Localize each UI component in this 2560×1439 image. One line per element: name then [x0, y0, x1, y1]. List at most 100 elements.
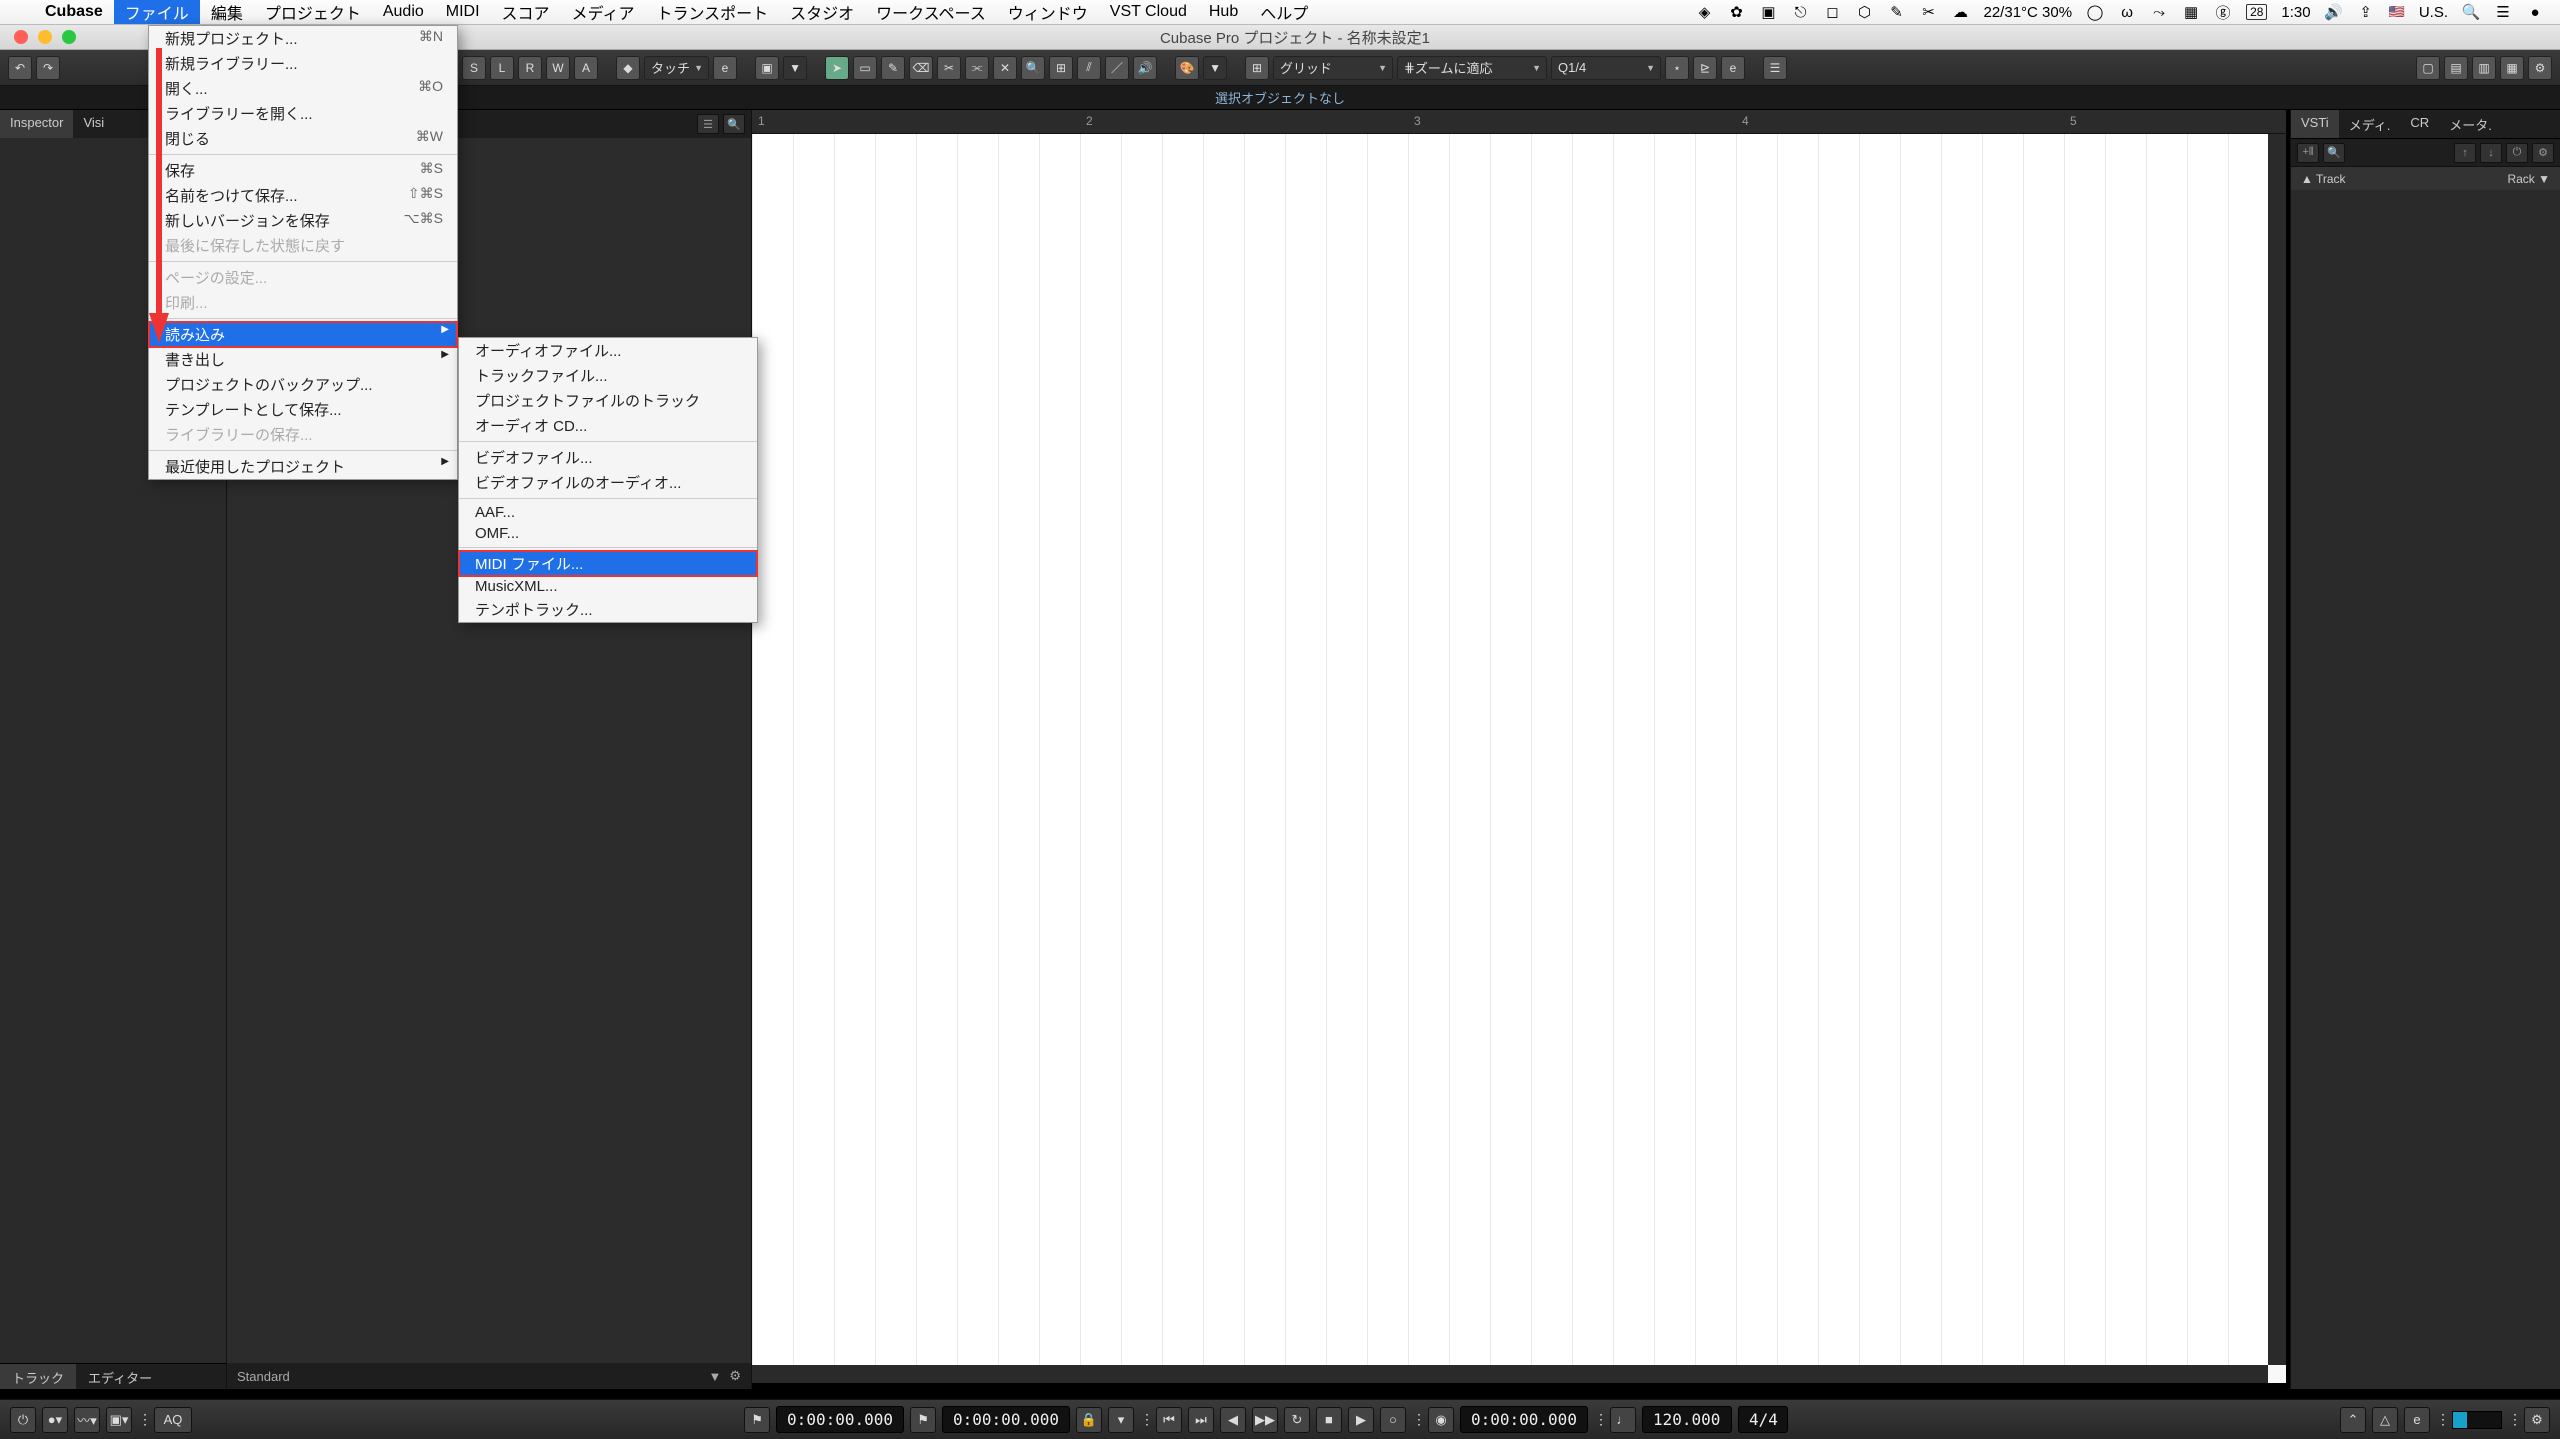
- redo-button[interactable]: ↷: [36, 56, 60, 80]
- zoom-tool[interactable]: 🔍: [1021, 56, 1045, 80]
- mi-save-as[interactable]: 名前をつけて保存...⇧⌘S: [149, 183, 457, 208]
- timesig-display[interactable]: 4/4: [1738, 1406, 1788, 1433]
- mi-import-aaf[interactable]: AAF...: [459, 502, 757, 523]
- mi-import[interactable]: 読み込み: [149, 322, 457, 347]
- status-icon[interactable]: ◻: [1824, 3, 1842, 21]
- menu-audio[interactable]: Audio: [372, 3, 435, 21]
- mi-import-track[interactable]: トラックファイル...: [459, 363, 757, 388]
- evernote-icon[interactable]: ✎: [1888, 3, 1906, 21]
- wifi-icon[interactable]: ⇪: [2357, 3, 2375, 21]
- clock[interactable]: 1:30: [2281, 4, 2310, 21]
- tab-meter[interactable]: メータ.: [2439, 110, 2502, 138]
- line-tool[interactable]: ／: [1105, 56, 1129, 80]
- go-start[interactable]: ⏮: [1156, 1407, 1182, 1433]
- listen-button[interactable]: L: [490, 56, 514, 80]
- col-track[interactable]: ▲ Track: [2291, 172, 2426, 186]
- window-maximize[interactable]: [62, 30, 76, 44]
- status-icon[interactable]: ✿: [1728, 3, 1746, 21]
- dropdown-button[interactable]: ▼: [1203, 56, 1227, 80]
- undo-button[interactable]: ↶: [8, 56, 32, 80]
- menu-workspace[interactable]: ワークスペース: [865, 0, 997, 24]
- mi-import-omf[interactable]: OMF...: [459, 523, 757, 544]
- tempo-display[interactable]: 120.000: [1642, 1406, 1732, 1433]
- punch-in[interactable]: 🔒: [1076, 1407, 1102, 1433]
- arrow-tool[interactable]: ➤: [825, 56, 849, 80]
- track-preset[interactable]: Standard: [237, 1369, 290, 1384]
- go-end[interactable]: ⏭: [1188, 1407, 1214, 1433]
- menu-hub[interactable]: Hub: [1198, 3, 1249, 21]
- status-icon[interactable]: ◈: [1696, 3, 1714, 21]
- mi-import-audio[interactable]: オーディオファイル...: [459, 338, 757, 363]
- mi-import-video-audio[interactable]: ビデオファイルのオーディオ...: [459, 470, 757, 495]
- write-button[interactable]: W: [546, 56, 570, 80]
- camera-icon[interactable]: ▣: [1760, 3, 1778, 21]
- layout-button[interactable]: ▦: [2500, 56, 2524, 80]
- punch-out[interactable]: ▾: [1108, 1407, 1134, 1433]
- mi-new-project[interactable]: 新規プロジェクト...⌘N: [149, 26, 457, 51]
- weather-icon[interactable]: ☁: [1952, 3, 1970, 21]
- notification-icon[interactable]: ☰: [2494, 3, 2512, 21]
- weather-text[interactable]: 22/31°C 30%: [1984, 4, 2073, 21]
- glue-tool[interactable]: ⫘: [965, 56, 989, 80]
- menu-midi[interactable]: MIDI: [435, 3, 491, 21]
- nav-up[interactable]: ↑: [2454, 143, 2476, 163]
- forward[interactable]: ▶▶: [1252, 1407, 1278, 1433]
- panel-button[interactable]: ☰: [1763, 56, 1787, 80]
- quantize-apply[interactable]: ⋆: [1665, 56, 1689, 80]
- left-locator[interactable]: 0:00:00.000: [776, 1406, 904, 1433]
- stop-button[interactable]: ■: [1316, 1407, 1342, 1433]
- app-menu[interactable]: Cubase: [34, 3, 114, 21]
- read-button[interactable]: R: [518, 56, 542, 80]
- draw-tool[interactable]: ✎: [881, 56, 905, 80]
- preset-dropdown[interactable]: ▼: [708, 1369, 721, 1384]
- timeline-ruler[interactable]: 1 2 3 4 5: [752, 110, 2286, 134]
- status-icon[interactable]: ω: [2118, 3, 2136, 21]
- menu-transport[interactable]: トランスポート: [645, 0, 779, 24]
- status-icon[interactable]: ⓖ: [2214, 3, 2232, 21]
- tab-visibility[interactable]: Visi: [73, 110, 114, 138]
- tab-editor[interactable]: エディター: [76, 1364, 164, 1389]
- left-locator-flag[interactable]: ⚑: [744, 1407, 770, 1433]
- settings-button[interactable]: ⚙: [2532, 143, 2554, 163]
- mi-backup[interactable]: プロジェクトのバックアップ...: [149, 372, 457, 397]
- mi-import-project-tracks[interactable]: プロジェクトファイルのトラック: [459, 388, 757, 413]
- status-icon[interactable]: ◯: [2086, 3, 2104, 21]
- record-button[interactable]: ○: [1380, 1407, 1406, 1433]
- right-locator-flag[interactable]: ⚑: [910, 1407, 936, 1433]
- menu-help[interactable]: ヘルプ: [1249, 0, 1319, 24]
- mi-import-midi[interactable]: MIDI ファイル...: [459, 551, 757, 576]
- snap-button[interactable]: ⊞: [1245, 56, 1269, 80]
- play-tool[interactable]: 🔊: [1133, 56, 1157, 80]
- mi-recent[interactable]: 最近使用したプロジェクト: [149, 454, 457, 479]
- marker-button[interactable]: ◉: [1428, 1407, 1454, 1433]
- menu-project[interactable]: プロジェクト: [254, 0, 372, 24]
- e-button[interactable]: e: [1721, 56, 1745, 80]
- menu-media[interactable]: メディア: [561, 0, 646, 24]
- power-button[interactable]: ⏻: [2506, 143, 2528, 163]
- window-close[interactable]: [14, 30, 28, 44]
- transport-power[interactable]: ⏻: [10, 1407, 36, 1433]
- layout-button[interactable]: ▤: [2444, 56, 2468, 80]
- tracklist-search-button[interactable]: 🔍: [723, 114, 745, 134]
- count-in-button[interactable]: △: [2372, 1407, 2398, 1433]
- metronome-button[interactable]: ⌃: [2340, 1407, 2366, 1433]
- color-tool[interactable]: 🎨: [1175, 56, 1199, 80]
- main-time[interactable]: 0:00:00.000: [1460, 1406, 1588, 1433]
- find-button[interactable]: 🔍: [2323, 143, 2345, 163]
- solo-button[interactable]: S: [462, 56, 486, 80]
- rewind[interactable]: ◀: [1220, 1407, 1246, 1433]
- transport-audio-mode[interactable]: 〰▾: [74, 1407, 100, 1433]
- automation-mode-combo[interactable]: タッチ: [644, 56, 709, 80]
- dropbox-icon[interactable]: ⬡: [1856, 3, 1874, 21]
- scrollbar-horizontal[interactable]: [752, 1365, 2268, 1383]
- auto-quantize[interactable]: AQ: [154, 1407, 192, 1433]
- tab-media[interactable]: メディ.: [2339, 110, 2401, 138]
- nav-down[interactable]: ↓: [2480, 143, 2502, 163]
- scrollbar-vertical[interactable]: [2268, 134, 2286, 1365]
- menu-edit[interactable]: 編集: [200, 0, 254, 24]
- quantize-combo[interactable]: Q 1/4: [1551, 56, 1661, 80]
- col-rack[interactable]: Rack ▼: [2426, 172, 2560, 186]
- split-tool[interactable]: ✂: [937, 56, 961, 80]
- transport-record-mode[interactable]: ●▾: [42, 1407, 68, 1433]
- tab-inspector[interactable]: Inspector: [0, 110, 73, 138]
